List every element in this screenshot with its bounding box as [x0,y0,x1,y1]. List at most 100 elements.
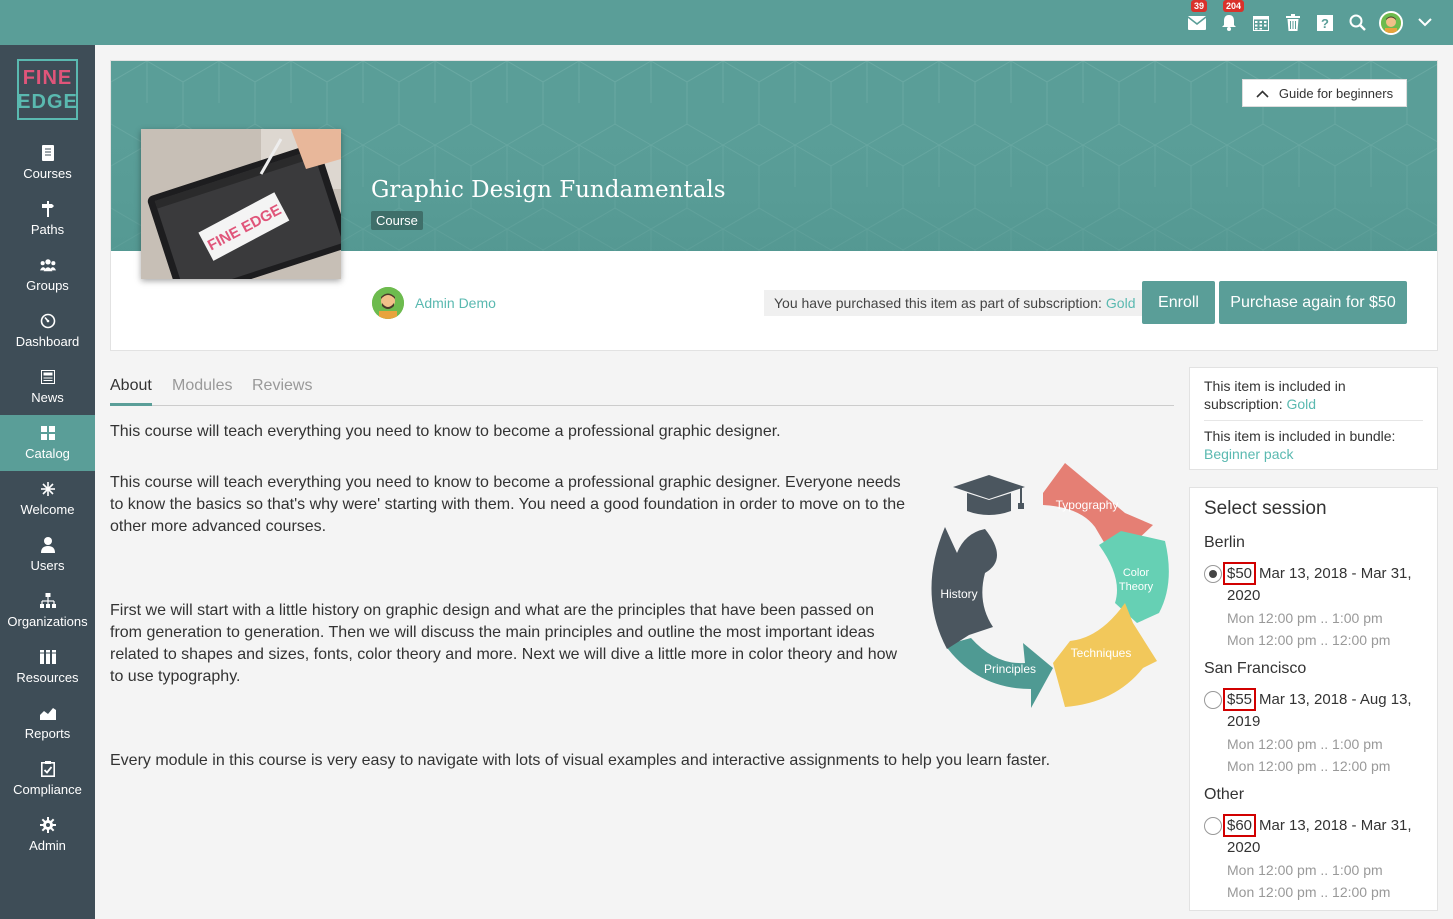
search-icon[interactable] [1347,13,1367,33]
trash-icon[interactable] [1283,13,1303,33]
diagram-label-techniques: Techniques [1071,646,1132,660]
sidebar-item-resources[interactable]: Resources [0,639,95,695]
sidebar-item-label: Reports [24,726,71,741]
book-icon [40,145,56,161]
guide-label: Guide for beginners [1278,85,1394,101]
session-radio-other[interactable] [1204,817,1222,835]
sidebar-item-label: Catalog [25,446,70,461]
gear-icon [39,817,56,833]
sidebar-item-users[interactable]: Users [0,527,95,583]
included-subscription-text: This item is included in subscription: [1204,378,1346,412]
session-radio-berlin[interactable] [1204,565,1222,583]
logo-line-2: EDGE [17,90,78,113]
subscription-name-link[interactable]: Gold [1106,295,1136,311]
sparkle-icon [40,481,56,497]
author-avatar[interactable] [372,287,404,319]
groups-icon [39,257,56,273]
session-dates-other: Mar 13, 2018 - Mar 31, 2020 [1227,817,1412,856]
sidebar-item-label: Organizations [7,614,88,629]
tab-about[interactable]: About [110,366,152,406]
included-bundle: This item is included in bundle: Beginne… [1204,427,1423,463]
mail-count-badge: 39 [1191,0,1208,12]
user-icon [40,537,56,553]
sidebar-item-label: News [31,390,64,405]
svg-text:?: ? [1321,16,1329,31]
divider [1204,420,1423,421]
org-chart-icon [39,593,56,609]
sidebar-item-label: Compliance [13,782,82,797]
course-title: Graphic Design Fundamentals [371,177,726,203]
sidebar-item-groups[interactable]: Groups [0,247,95,303]
mail-icon[interactable]: 39 [1187,0,1208,33]
included-bundle-text: This item is included in bundle: [1204,428,1396,444]
session-time-1-other: Mon 12:00 pm .. 1:00 pm [1227,862,1383,878]
sidebar-item-courses[interactable]: Courses [0,135,95,191]
diagram-segment-principles: Principles [945,638,1053,708]
sidebar-item-organizations[interactable]: Organizations [0,583,95,639]
sidebar-item-compliance[interactable]: Compliance [0,751,95,807]
sidebar-item-welcome[interactable]: Welcome [0,471,95,527]
sidebar-item-label: Groups [26,278,69,293]
subscription-link[interactable]: Gold [1286,396,1316,412]
logo[interactable]: FINE EDGE [17,59,78,120]
diagram-segment-color-theory: Color Theory [1099,531,1169,623]
guide-for-beginners-button[interactable]: Guide for beginners [1242,79,1407,107]
session-dates-san-francisco: Mar 13, 2018 - Aug 13, 2019 [1227,691,1412,730]
subscription-note: You have purchased this item as part of … [764,290,1146,316]
subscription-note-text: You have purchased this item as part of … [774,295,1102,311]
diagram-label-typography: Typography [1056,498,1119,512]
sidebar-item-label: Admin [29,838,66,853]
sidebar-item-dashboard[interactable]: Dashboard [0,303,95,359]
sidebar-item-label: Courses [23,166,72,181]
diagram-label-color-line1: Color [1123,567,1150,579]
session-city-san-francisco: San Francisco [1204,660,1307,677]
bell-icon[interactable]: 204 [1219,0,1245,33]
top-bar: 39 204 ? [0,0,1453,45]
session-time-1-san-francisco: Mon 12:00 pm .. 1:00 pm [1227,736,1383,752]
help-icon[interactable]: ? [1315,13,1335,33]
tab-modules[interactable]: Modules [172,366,232,406]
included-subscription: This item is included in subscription: G… [1204,377,1423,413]
logo-line-1: FINE [22,66,73,89]
notification-count-badge: 204 [1223,0,1245,12]
chevron-up-icon [1256,86,1269,101]
sidebar-item-label: Users [30,558,65,573]
library-icon [39,649,56,665]
tab-reviews[interactable]: Reviews [252,366,312,406]
about-intro: This course will teach everything you ne… [110,423,781,440]
about-paragraph-1: This course will teach everything you ne… [110,474,906,535]
about-paragraph-2: First we will start with a little histor… [110,602,898,685]
calendar-icon[interactable] [1251,13,1271,33]
top-icons: 39 204 ? [1187,0,1435,45]
author-name-link[interactable]: Admin Demo [415,295,496,311]
sidebar-item-admin[interactable]: Admin [0,807,95,863]
session-time-1-berlin: Mon 12:00 pm .. 1:00 pm [1227,610,1383,626]
course-tabs: About Modules Reviews [110,366,1174,406]
course-type-badge: Course [371,211,423,230]
sidebar-item-reports[interactable]: Reports [0,695,95,751]
included-info-box: This item is included in subscription: G… [1189,367,1438,470]
sidebar-item-label: Welcome [20,502,75,517]
dashboard-icon [40,313,56,329]
chevron-down-icon[interactable] [1415,13,1435,33]
diagram-label-principles: Principles [984,662,1036,676]
sidebar-item-paths[interactable]: Paths [0,191,95,247]
graduation-cap-icon [953,475,1025,515]
sidebar-item-news[interactable]: News [0,359,95,415]
checklist-icon [40,761,56,777]
course-header-card: Guide for beginners Graphic Design Funda… [110,60,1438,351]
session-time-2-berlin: Mon 12:00 pm .. 12:00 pm [1227,632,1391,648]
purchase-again-button[interactable]: Purchase again for $50 [1219,281,1407,324]
course-cycle-diagram: Typography Color Theory Techniques Princ… [931,463,1169,708]
session-title: Select session [1204,498,1327,519]
diagram-segment-history: History [931,527,997,649]
user-avatar[interactable] [1379,10,1403,35]
session-radio-san-francisco[interactable] [1204,691,1222,709]
bundle-link[interactable]: Beginner pack [1204,445,1423,463]
course-thumbnail: FINE EDGE [141,129,341,279]
sidebar-item-catalog[interactable]: Catalog [0,415,95,471]
diagram-label-color-line2: Theory [1119,581,1154,593]
active-tab-indicator [110,403,152,406]
session-time-2-other: Mon 12:00 pm .. 12:00 pm [1227,884,1391,900]
enroll-button[interactable]: Enroll [1142,281,1215,324]
